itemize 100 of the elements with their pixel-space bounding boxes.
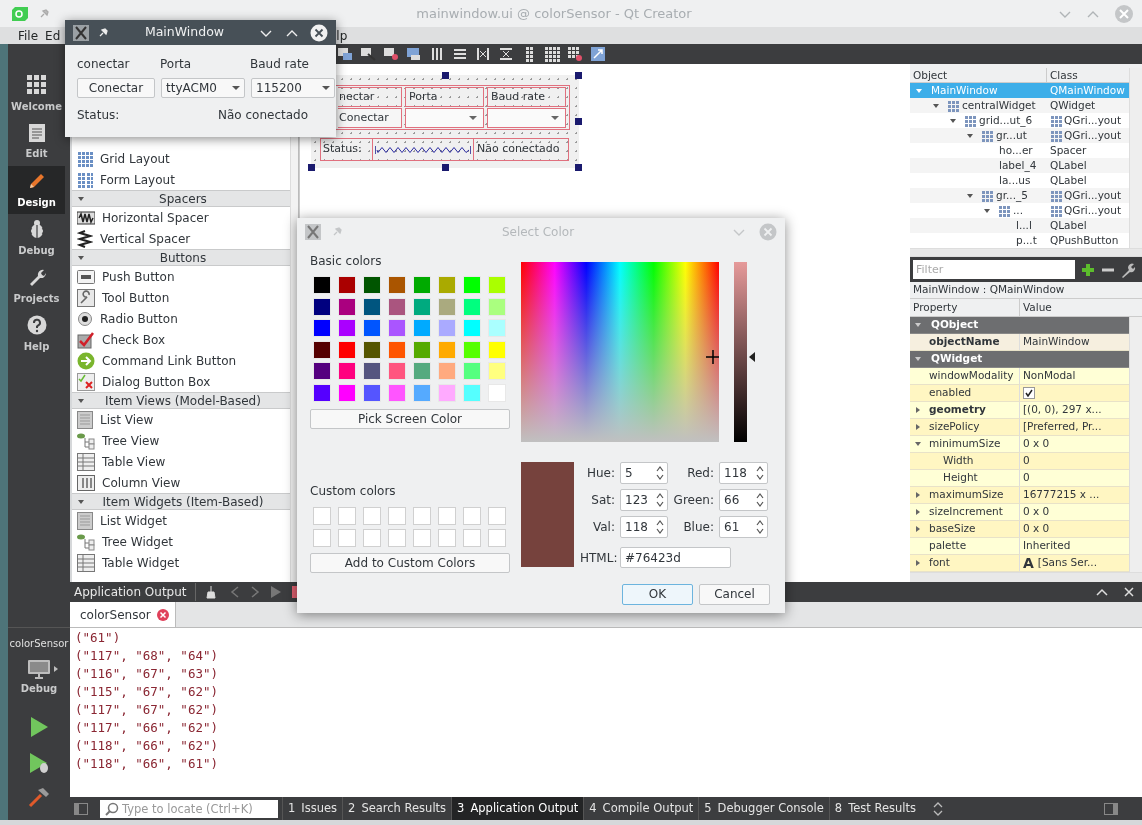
run-icon[interactable] [29,716,49,738]
columns-icon[interactable] [429,46,445,62]
locate-field[interactable]: Type to locate (Ctrl+K) [100,799,278,818]
grid-icon[interactable] [544,46,560,62]
color-swatch[interactable] [388,362,406,380]
combo-box[interactable]: 115200 [251,78,335,98]
spin-box[interactable]: 118 [620,516,668,538]
mode-tab[interactable]: Projects [8,262,65,310]
rows-icon[interactable] [452,46,468,62]
menu-item[interactable]: Ed [45,26,61,45]
column-header[interactable]: Property [910,299,1020,316]
add-custom-color-button[interactable]: Add to Custom Colors [310,552,510,573]
color-swatch[interactable] [313,383,331,402]
adjust-size-icon[interactable] [590,46,606,62]
form-preview[interactable]: nectar Porta Baud rate Conectar Status: Não conectado [311,75,579,168]
color-swatch[interactable] [313,276,331,294]
widget-item[interactable]: Push Button [72,266,290,287]
color-swatch[interactable] [463,340,481,359]
split-rows-icon[interactable] [498,46,514,62]
property-row[interactable]: sizePolicy [Preferred, Pr... [910,419,1129,436]
pane-button[interactable]: 4 Compile Output [583,797,699,820]
color-swatch[interactable] [438,506,456,525]
color-swatch[interactable] [388,276,406,294]
tree-row[interactable]: gr...ut QGri...yout [910,128,1129,143]
spin-box[interactable]: 123 [620,489,668,511]
color-swatch[interactable] [363,340,381,359]
color-swatch[interactable] [438,362,456,380]
color-swatch[interactable] [338,362,356,380]
color-swatch[interactable] [413,340,431,359]
color-swatch[interactable] [438,319,456,337]
mode-tab[interactable]: Help [8,310,65,358]
menu-item[interactable]: lp [336,26,348,45]
color-swatch[interactable] [338,528,356,547]
split-columns-icon[interactable] [475,46,491,62]
dialog-button[interactable]: OK [622,583,693,605]
color-swatch[interactable] [413,506,431,525]
widget-item[interactable]: Form Layout [72,169,290,190]
close-icon[interactable] [1124,587,1134,597]
resize-handle[interactable] [575,164,582,171]
color-swatch[interactable] [363,297,381,316]
color-swatch[interactable] [413,319,431,337]
resize-handle[interactable] [575,118,582,125]
widget-item[interactable]: Table Widget [72,552,290,573]
color-swatch[interactable] [388,528,406,547]
widget-item[interactable]: Column View [72,472,290,493]
property-row[interactable]: enabled [910,385,1129,402]
widget-item[interactable]: List View [72,409,290,430]
hammer-icon[interactable] [28,786,50,808]
color-swatch[interactable] [388,383,406,402]
color-swatch[interactable] [488,319,506,337]
color-swatch[interactable] [438,276,456,294]
widget-item[interactable]: Grid Layout [72,148,290,169]
category-header[interactable]: Spacers [72,190,290,207]
mode-tab[interactable]: Welcome [8,70,65,118]
widget-item[interactable]: Radio Button [72,308,290,329]
value-slider[interactable] [734,262,755,442]
pick-screen-color-button[interactable]: Pick Screen Color [310,408,510,429]
color-swatch[interactable] [488,528,506,547]
property-row[interactable]: geometry [(0, 0), 297 x... [910,402,1129,419]
up-down-icon[interactable] [932,801,943,816]
category-header[interactable]: Buttons [72,249,290,266]
property-row[interactable]: font A [Sans Ser... [910,555,1129,572]
property-row[interactable]: objectName MainWindow [910,334,1129,351]
color-swatch[interactable] [363,362,381,380]
back-icon[interactable] [229,586,240,598]
resize-handle[interactable] [442,72,449,79]
color-swatch[interactable] [463,506,481,525]
resize-handle[interactable] [442,164,449,171]
sidebar-toggle-icon[interactable] [1104,802,1118,815]
column-header[interactable]: Object [910,68,1047,82]
color-swatch[interactable] [488,506,506,525]
widget-item[interactable]: Table View [72,451,290,472]
collapse-icon[interactable] [1096,587,1108,597]
color-swatch[interactable] [338,297,356,316]
color-swatch[interactable] [488,297,506,316]
filter-field[interactable]: Filter [913,260,1075,279]
column-header[interactable]: Value [1020,299,1052,316]
widget-item[interactable]: Horizontal Spacer [72,207,290,228]
color-swatch[interactable] [463,276,481,294]
color-swatch[interactable] [463,297,481,316]
color-swatch[interactable] [363,506,381,525]
color-swatch[interactable] [363,319,381,337]
color-swatch[interactable] [313,340,331,359]
window-icon[interactable] [360,46,376,62]
color-swatch[interactable] [463,383,481,402]
color-swatch[interactable] [313,362,331,380]
resize-handle[interactable] [308,164,315,171]
color-swatch[interactable] [413,297,431,316]
color-swatch[interactable] [363,528,381,547]
color-swatch[interactable] [338,319,356,337]
window-icon[interactable] [383,46,399,62]
color-swatch[interactable] [388,506,406,525]
break-layout-icon[interactable] [567,46,583,62]
property-group[interactable]: QWidget [910,351,1129,368]
pane-button[interactable]: 8 Test Results [828,797,921,820]
forward-icon[interactable] [249,586,260,598]
property-row[interactable]: Width 0 [910,453,1129,470]
spin-box[interactable]: 118 [719,462,768,484]
widget-item[interactable]: Check Box [72,329,290,350]
mode-tab[interactable]: Design [8,166,65,214]
